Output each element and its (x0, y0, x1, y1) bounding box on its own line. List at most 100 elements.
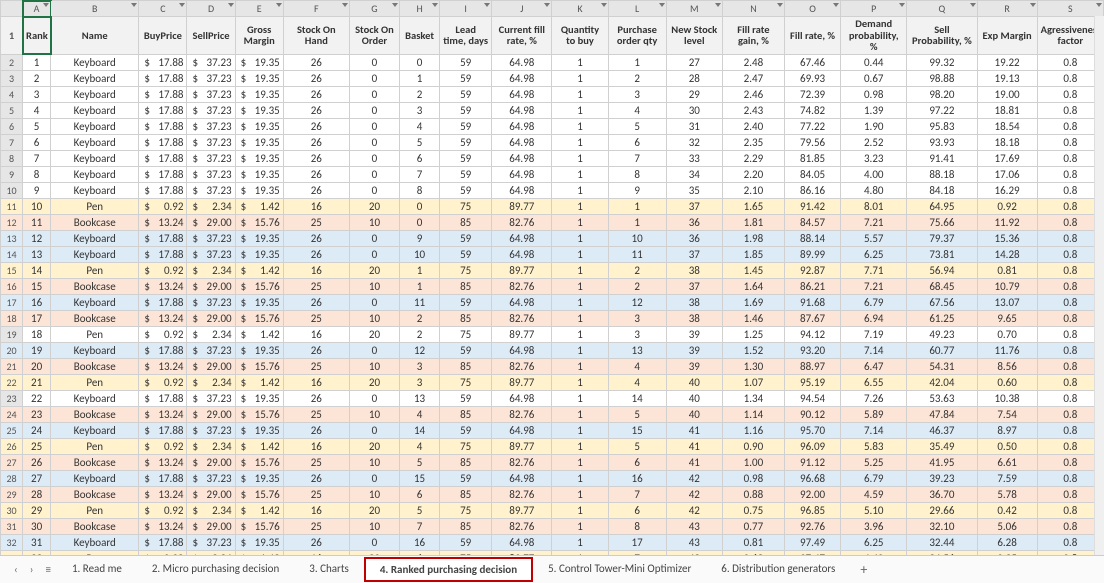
row-header-28[interactable]: 28 (1, 470, 23, 486)
col-header-Q[interactable]: Q (907, 1, 977, 17)
cell[interactable]: Pen (51, 262, 139, 278)
field-header[interactable]: BuyPrice (139, 17, 187, 55)
cell[interactable]: 10.79 (977, 278, 1037, 294)
cell[interactable]: 94.54 (785, 390, 841, 406)
cell[interactable]: 20 (349, 502, 399, 518)
cell[interactable]: 2.29 (722, 150, 784, 166)
cell[interactable]: Bookcase (51, 518, 139, 534)
cell[interactable]: 1 (608, 54, 666, 70)
col-header-G[interactable]: G (349, 1, 399, 17)
cell[interactable]: Keyboard (51, 294, 139, 310)
cell[interactable]: 59 (440, 134, 492, 150)
cell[interactable]: 0.88 (722, 486, 784, 502)
cell[interactable]: 15.76 (235, 358, 283, 374)
field-header[interactable]: Demand probability, % (841, 17, 907, 55)
filter-icon[interactable] (43, 3, 49, 7)
filter-icon[interactable] (833, 3, 839, 7)
cell[interactable]: 96.85 (785, 502, 841, 518)
cell[interactable]: 19.35 (235, 102, 283, 118)
cell[interactable]: 7 (608, 486, 666, 502)
cell[interactable]: 23 (23, 406, 51, 422)
cell[interactable]: 5.57 (841, 230, 907, 246)
cell[interactable]: 2.48 (722, 54, 784, 70)
cell[interactable]: 82.76 (492, 278, 552, 294)
cell[interactable]: 6 (608, 134, 666, 150)
cell[interactable]: 64.98 (492, 166, 552, 182)
cell[interactable]: 10 (23, 198, 51, 214)
cell[interactable]: 8.56 (977, 358, 1037, 374)
cell[interactable]: 64.98 (492, 70, 552, 86)
row-header-12[interactable]: 12 (1, 214, 23, 230)
cell[interactable]: Keyboard (51, 342, 139, 358)
cell[interactable]: 1 (552, 406, 608, 422)
row-header-13[interactable]: 13 (1, 230, 23, 246)
cell[interactable]: Keyboard (51, 86, 139, 102)
cell[interactable]: 59 (440, 150, 492, 166)
cell[interactable]: 1.42 (235, 502, 283, 518)
cell[interactable]: 5 (608, 438, 666, 454)
cell[interactable]: 60.77 (907, 342, 977, 358)
cell[interactable]: 1.16 (722, 422, 784, 438)
cell[interactable]: 0.70 (977, 326, 1037, 342)
col-header-D[interactable]: D (187, 1, 235, 17)
cell[interactable]: 4.80 (841, 182, 907, 198)
cell[interactable]: 38 (666, 294, 722, 310)
cell[interactable]: 3 (608, 326, 666, 342)
cell[interactable]: 92.00 (785, 486, 841, 502)
cell[interactable]: 9 (608, 182, 666, 198)
cell[interactable]: 4 (400, 438, 440, 454)
cell[interactable]: 19.35 (235, 118, 283, 134)
cell[interactable]: 1.45 (722, 262, 784, 278)
cell[interactable]: 82.76 (492, 310, 552, 326)
cell[interactable]: 1.81 (722, 214, 784, 230)
sheet-tab[interactable]: 1. Read me (57, 557, 137, 582)
cell[interactable]: 1 (608, 198, 666, 214)
cell[interactable]: 91.68 (785, 294, 841, 310)
cell[interactable]: 12 (23, 230, 51, 246)
cell[interactable]: 53.63 (907, 390, 977, 406)
cell[interactable]: 19.35 (235, 230, 283, 246)
cell[interactable]: 1 (552, 182, 608, 198)
cell[interactable]: 6.28 (977, 534, 1037, 550)
cell[interactable]: 13.24 (139, 278, 187, 294)
cell[interactable]: 25 (283, 214, 349, 230)
field-header[interactable]: New Stock level (666, 17, 722, 55)
cell[interactable]: Keyboard (51, 134, 139, 150)
cell[interactable]: 1 (552, 326, 608, 342)
field-header[interactable]: Stock On Hand (283, 17, 349, 55)
cell[interactable]: 64.98 (492, 294, 552, 310)
cell[interactable]: 0.92 (139, 502, 187, 518)
row-header-22[interactable]: 22 (1, 374, 23, 390)
col-header-F[interactable]: F (283, 1, 349, 17)
cell[interactable]: 67.46 (785, 54, 841, 70)
cell[interactable]: 25 (283, 518, 349, 534)
cell[interactable]: 2.20 (722, 166, 784, 182)
cell[interactable]: 89.77 (492, 326, 552, 342)
filter-icon[interactable] (1030, 3, 1036, 7)
cell[interactable]: 17.88 (139, 70, 187, 86)
cell[interactable]: 19.35 (235, 150, 283, 166)
cell[interactable]: 13.24 (139, 406, 187, 422)
cell[interactable]: 39 (666, 326, 722, 342)
cell[interactable]: 37.23 (187, 294, 235, 310)
cell[interactable]: Pen (51, 502, 139, 518)
cell[interactable]: 2.34 (187, 502, 235, 518)
cell[interactable]: 15 (400, 470, 440, 486)
cell[interactable]: 59 (440, 534, 492, 550)
cell[interactable]: 14 (23, 262, 51, 278)
select-all-cell[interactable] (1, 1, 23, 17)
cell[interactable]: 15.76 (235, 278, 283, 294)
cell[interactable]: 0 (349, 390, 399, 406)
cell[interactable]: 4.59 (841, 486, 907, 502)
cell[interactable]: 7 (400, 518, 440, 534)
cell[interactable]: 91.42 (785, 198, 841, 214)
cell[interactable]: 5 (23, 118, 51, 134)
cell[interactable]: 87.67 (785, 310, 841, 326)
cell[interactable]: 30 (666, 102, 722, 118)
field-header[interactable]: SellPrice (187, 17, 235, 55)
cell[interactable]: 17 (608, 534, 666, 550)
cell[interactable]: 1 (552, 102, 608, 118)
cell[interactable]: 13.24 (139, 454, 187, 470)
cell[interactable]: 4 (608, 358, 666, 374)
field-header[interactable]: Rank (23, 17, 51, 55)
